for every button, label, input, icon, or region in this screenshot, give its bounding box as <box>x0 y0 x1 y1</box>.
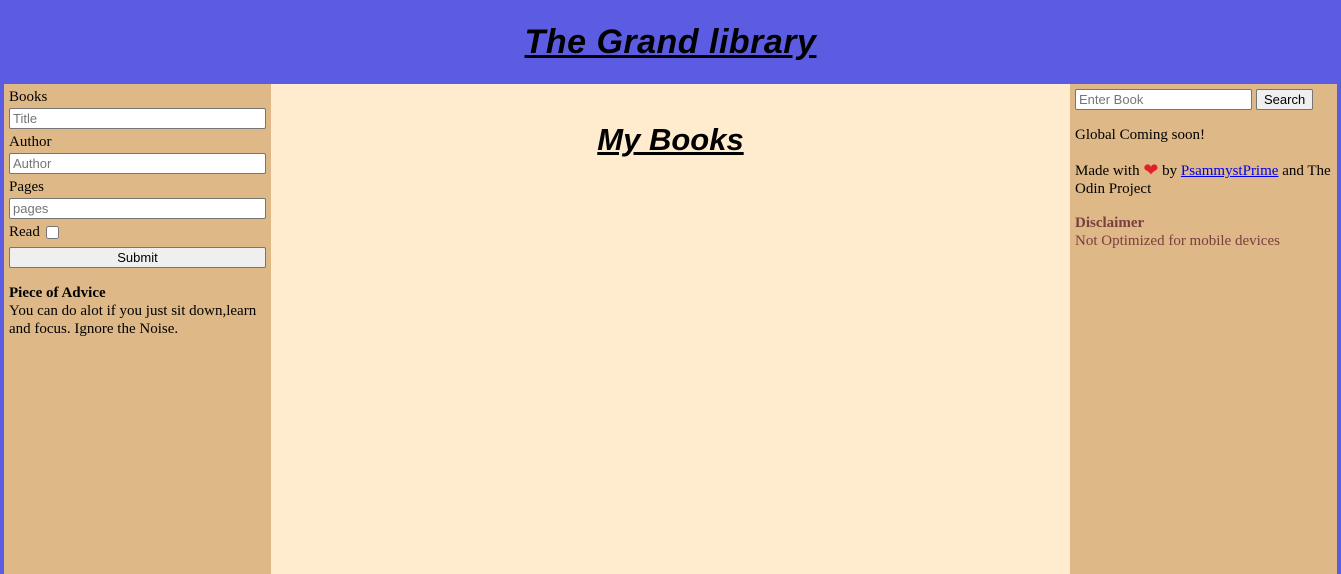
advice-section: Piece of Advice You can do alot if you j… <box>9 284 266 338</box>
submit-button[interactable]: Submit <box>9 247 266 268</box>
page-header: The Grand library <box>0 0 1341 84</box>
global-text: Global Coming soon! <box>1075 127 1205 143</box>
pages-input[interactable] <box>9 198 266 219</box>
author-input[interactable] <box>9 153 266 174</box>
author-link[interactable]: PsammystPrime <box>1181 163 1279 179</box>
heart-icon: ❤ <box>1143 160 1159 180</box>
search-row: Search <box>1075 89 1332 110</box>
read-checkbox[interactable] <box>45 225 59 239</box>
author-label: Author <box>9 134 52 150</box>
right-sidebar: Search Global Coming soon! Made with ❤ b… <box>1070 84 1337 574</box>
main-content: My Books <box>271 84 1070 574</box>
credits-text: Made with ❤ by PsammystPrime and The Odi… <box>1075 160 1332 198</box>
title-input[interactable] <box>9 108 266 129</box>
advice-heading: Piece of Advice <box>9 285 106 301</box>
disclaimer-text: Not Optimized for mobile devices <box>1075 233 1280 249</box>
search-button[interactable]: Search <box>1256 89 1314 110</box>
advice-text: You can do alot if you just sit down,lea… <box>9 303 257 337</box>
left-sidebar: Books Author Pages Read Submit Piece of … <box>4 84 271 574</box>
by-text: by <box>1162 163 1178 179</box>
read-row: Read <box>9 223 266 241</box>
my-books-heading: My Books <box>597 122 744 157</box>
books-label: Books <box>9 89 48 105</box>
page-title: The Grand library <box>524 22 817 61</box>
disclaimer-heading: Disclaimer <box>1075 215 1145 231</box>
search-input[interactable] <box>1075 89 1252 110</box>
made-with-text: Made with <box>1075 163 1140 179</box>
read-label: Read <box>9 224 40 240</box>
pages-label: Pages <box>9 179 44 195</box>
disclaimer-section: Disclaimer Not Optimized for mobile devi… <box>1075 214 1332 250</box>
